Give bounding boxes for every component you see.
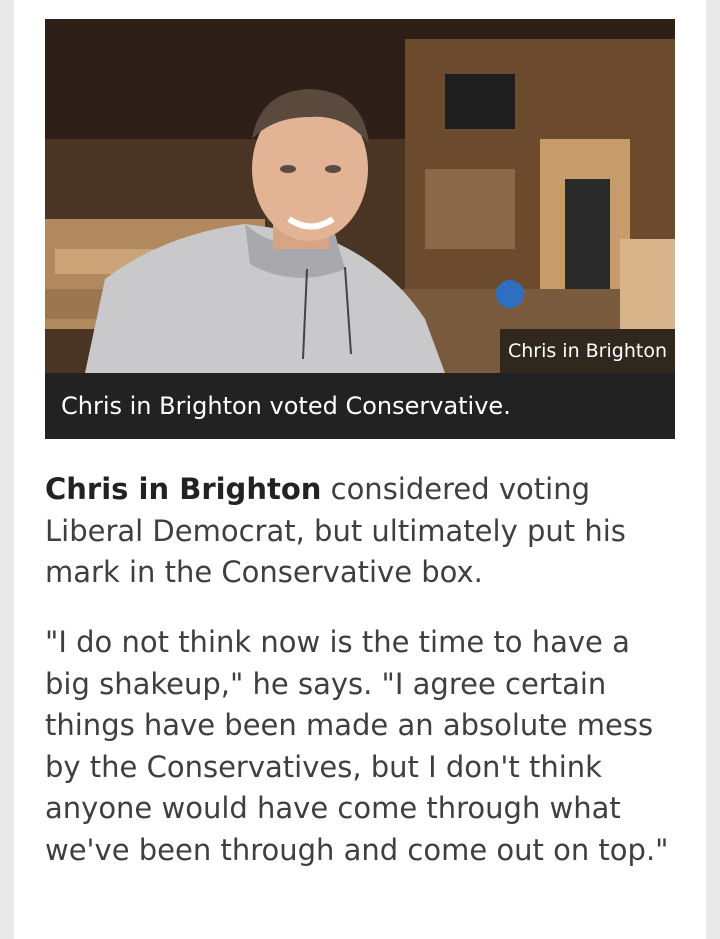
- article-photo: Chris in Brighton: [45, 19, 675, 373]
- article-figure: Chris in Brighton Chris in Brighton vote…: [45, 19, 675, 439]
- article-page: Chris in Brighton Chris in Brighton vote…: [14, 0, 706, 939]
- article-paragraph-1: Chris in Brighton considered voting Libe…: [45, 469, 675, 594]
- interviewee-name: Chris in Brighton: [45, 472, 322, 506]
- photo-credit-label: Chris in Brighton: [499, 329, 675, 373]
- article-paragraph-2: "I do not think now is the time to have …: [45, 625, 669, 867]
- image-caption: Chris in Brighton voted Conservative.: [45, 373, 675, 439]
- workshop-selfie-image: [45, 19, 675, 373]
